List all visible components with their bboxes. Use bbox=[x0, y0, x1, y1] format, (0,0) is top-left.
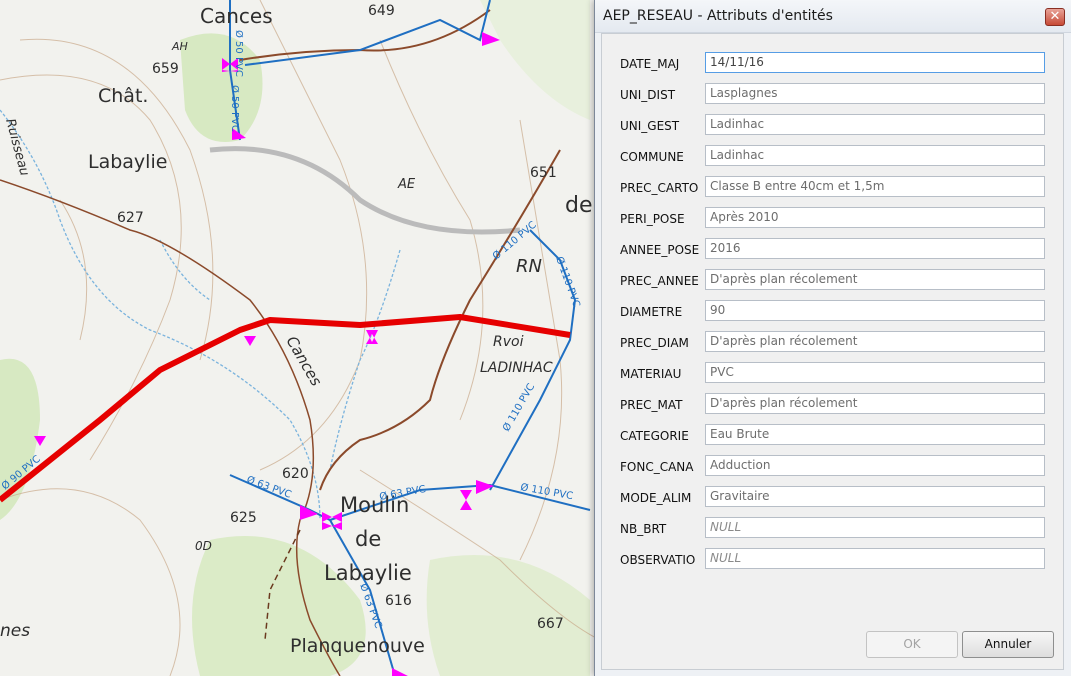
elevation-627: 627 bbox=[117, 210, 144, 226]
close-button[interactable]: ✕ bbox=[1045, 8, 1065, 26]
commune-input[interactable]: Ladinhac bbox=[705, 145, 1045, 166]
field-row-uni-gest: UNI_GEST Ladinhac bbox=[620, 114, 1050, 138]
field-row-peri-pose: PERI_POSE Après 2010 bbox=[620, 207, 1050, 231]
field-row-prec-diam: PREC_DIAM D'après plan récolement bbox=[620, 331, 1050, 355]
date-maj-input[interactable]: 14/11/16 bbox=[705, 52, 1045, 73]
field-label: MATERIAU bbox=[620, 367, 682, 381]
field-row-prec-annee: PREC_ANNEE D'après plan récolement bbox=[620, 269, 1050, 293]
fonc-cana-input[interactable]: Adduction bbox=[705, 455, 1045, 476]
observatio-input[interactable]: NULL bbox=[705, 548, 1045, 569]
elevation-625: 625 bbox=[230, 510, 257, 526]
map-label-chateau: Chât. bbox=[98, 85, 148, 107]
field-label: PREC_CARTO bbox=[620, 181, 699, 195]
elevation-620: 620 bbox=[282, 466, 309, 482]
dialog-titlebar[interactable]: AEP_RESEAU - Attributs d'entités ✕ bbox=[595, 0, 1071, 33]
field-label: DIAMETRE bbox=[620, 305, 683, 319]
field-label: OBSERVATIO bbox=[620, 553, 696, 567]
map-label-planquenouve: Planquenouve bbox=[290, 635, 425, 657]
map-label-nes: nes bbox=[0, 621, 30, 641]
prec-carto-input[interactable]: Classe B entre 40cm et 1,5m bbox=[705, 176, 1045, 197]
field-row-annee-pose: ANNEE_POSE 2016 bbox=[620, 238, 1050, 262]
field-label: CATEGORIE bbox=[620, 429, 689, 443]
uni-dist-input[interactable]: Lasplagnes bbox=[705, 83, 1045, 104]
nb-brt-input[interactable]: NULL bbox=[705, 517, 1045, 538]
uni-gest-input[interactable]: Ladinhac bbox=[705, 114, 1045, 135]
map-label-ladinhac: LADINHAC bbox=[480, 360, 553, 376]
map-label-cances: Cances bbox=[200, 4, 273, 28]
pipe-label: Ø 50 PVC bbox=[229, 85, 241, 132]
mode-alim-input[interactable]: Gravitaire bbox=[705, 486, 1045, 507]
field-label: ANNEE_POSE bbox=[620, 243, 700, 257]
dialog-title: AEP_RESEAU - Attributs d'entités bbox=[603, 8, 833, 24]
pipe-label: Ø 50 PVC bbox=[233, 30, 245, 77]
peri-pose-input[interactable]: Après 2010 bbox=[705, 207, 1045, 228]
field-row-materiau: MATERIAU PVC bbox=[620, 362, 1050, 386]
elevation-667: 667 bbox=[537, 616, 564, 632]
field-label: DATE_MAJ bbox=[620, 57, 680, 71]
field-label: COMMUNE bbox=[620, 150, 684, 164]
annee-pose-input[interactable]: 2016 bbox=[705, 238, 1045, 259]
field-label: NB_BRT bbox=[620, 522, 667, 536]
categorie-input[interactable]: Eau Brute bbox=[705, 424, 1045, 445]
map-label-rn: RN bbox=[516, 256, 542, 277]
ok-button[interactable]: OK bbox=[866, 631, 958, 658]
field-label: UNI_DIST bbox=[620, 88, 676, 102]
field-row-nb-brt: NB_BRT NULL bbox=[620, 517, 1050, 541]
map-label-moulin-de: de bbox=[355, 527, 381, 551]
map-label-de: de bbox=[565, 193, 593, 218]
map-label-ah: AH bbox=[171, 40, 188, 53]
map-label-ae: AE bbox=[397, 177, 416, 192]
close-icon: ✕ bbox=[1049, 9, 1061, 24]
attributes-dialog[interactable]: AEP_RESEAU - Attributs d'entités ✕ DATE_… bbox=[594, 0, 1071, 676]
elevation-649: 649 bbox=[368, 3, 395, 19]
prec-mat-input[interactable]: D'après plan récolement bbox=[705, 393, 1045, 414]
elevation-651: 651 bbox=[530, 165, 557, 181]
prec-annee-input[interactable]: D'après plan récolement bbox=[705, 269, 1045, 290]
field-label: PREC_ANNEE bbox=[620, 274, 699, 288]
field-label: PREC_MAT bbox=[620, 398, 683, 412]
field-row-observatio: OBSERVATIO NULL bbox=[620, 548, 1050, 572]
map-label-rvoi: Rvoi bbox=[493, 334, 524, 350]
map-label-labaylie: Labaylie bbox=[88, 151, 167, 173]
field-label: MODE_ALIM bbox=[620, 491, 692, 505]
field-row-fonc-cana: FONC_CANA Adduction bbox=[620, 455, 1050, 479]
prec-diam-input[interactable]: D'après plan récolement bbox=[705, 331, 1045, 352]
field-label: FONC_CANA bbox=[620, 460, 694, 474]
diametre-input[interactable]: 90 bbox=[705, 300, 1045, 321]
field-row-prec-mat: PREC_MAT D'après plan récolement bbox=[620, 393, 1050, 417]
map-label-0d: 0D bbox=[195, 539, 212, 553]
materiau-input[interactable]: PVC bbox=[705, 362, 1045, 383]
field-row-uni-dist: UNI_DIST Lasplagnes bbox=[620, 83, 1050, 107]
field-row-diametre: DIAMETRE 90 bbox=[620, 300, 1050, 324]
field-row-categorie: CATEGORIE Eau Brute bbox=[620, 424, 1050, 448]
field-label: UNI_GEST bbox=[620, 119, 680, 133]
attribute-form: DATE_MAJ 14/11/16 UNI_DIST Lasplagnes UN… bbox=[601, 33, 1064, 670]
elevation-616: 616 bbox=[385, 593, 412, 609]
field-row-prec-carto: PREC_CARTO Classe B entre 40cm et 1,5m bbox=[620, 176, 1050, 200]
elevation-659: 659 bbox=[152, 61, 179, 77]
field-row-mode-alim: MODE_ALIM Gravitaire bbox=[620, 486, 1050, 510]
field-label: PERI_POSE bbox=[620, 212, 685, 226]
field-row-date-maj: DATE_MAJ 14/11/16 bbox=[620, 52, 1050, 76]
cancel-button[interactable]: Annuler bbox=[962, 631, 1054, 658]
field-label: PREC_DIAM bbox=[620, 336, 689, 350]
field-row-commune: COMMUNE Ladinhac bbox=[620, 145, 1050, 169]
